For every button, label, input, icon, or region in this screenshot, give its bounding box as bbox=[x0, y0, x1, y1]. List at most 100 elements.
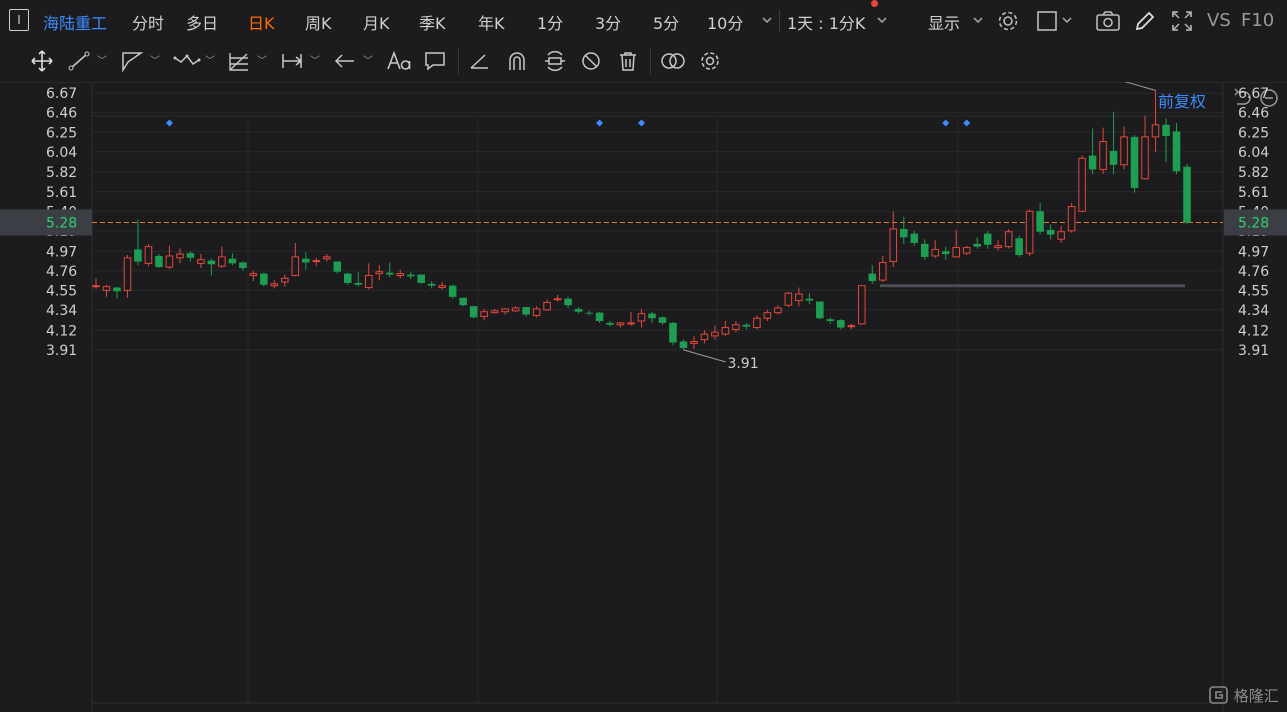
candle-body-91[interactable] bbox=[1046, 229, 1055, 235]
period-tab-3[interactable]: 周K bbox=[305, 10, 332, 34]
candle-body-24[interactable] bbox=[343, 273, 352, 283]
comment-tool-icon[interactable] bbox=[423, 50, 447, 72]
period-tab-0[interactable]: 分时 bbox=[132, 10, 164, 34]
candle-body-2[interactable] bbox=[113, 287, 121, 292]
candle-body-69[interactable] bbox=[816, 301, 824, 319]
pencil-icon[interactable] bbox=[1133, 9, 1157, 37]
period-tab-8[interactable]: 3分 bbox=[595, 10, 621, 34]
candle-body-4[interactable] bbox=[134, 249, 142, 262]
candle-body-19[interactable] bbox=[291, 256, 300, 276]
vs-compare-button[interactable]: VS bbox=[1207, 10, 1231, 31]
candle-body-30[interactable] bbox=[406, 274, 415, 277]
candle-body-90[interactable] bbox=[1036, 211, 1044, 232]
chevron-down-icon[interactable] bbox=[1061, 12, 1073, 32]
candle-body-65[interactable] bbox=[774, 307, 782, 314]
candle-body-101[interactable] bbox=[1151, 124, 1160, 138]
candle-body-40[interactable] bbox=[511, 307, 520, 312]
candle-body-98[interactable] bbox=[1120, 136, 1128, 166]
period-tab-1[interactable]: 多日 bbox=[186, 10, 218, 34]
candle-body-96[interactable] bbox=[1099, 141, 1107, 170]
candle-body-34[interactable] bbox=[448, 285, 457, 297]
candle-body-94[interactable] bbox=[1078, 157, 1086, 212]
settings-icon[interactable] bbox=[698, 50, 722, 72]
chevron-down-icon[interactable] bbox=[876, 12, 888, 32]
chevron-down-icon[interactable]: ﹀ bbox=[97, 52, 107, 67]
candle-body-25[interactable] bbox=[354, 282, 363, 285]
period-tab-6[interactable]: 年K bbox=[478, 10, 505, 34]
candle-body-104[interactable] bbox=[1183, 166, 1191, 223]
stock-name[interactable]: 海陆重工 bbox=[43, 10, 107, 34]
candle-body-79[interactable] bbox=[920, 243, 929, 257]
candle-body-62[interactable] bbox=[742, 324, 751, 327]
period-tab-10[interactable]: 10分 bbox=[707, 10, 743, 34]
chevron-down-icon[interactable]: ﹀ bbox=[150, 52, 160, 67]
candle-body-46[interactable] bbox=[574, 308, 583, 312]
candle-body-103[interactable] bbox=[1172, 131, 1181, 172]
candle-body-47[interactable] bbox=[585, 312, 593, 314]
candle-body-76[interactable] bbox=[889, 228, 898, 263]
candlestick-chart[interactable]: 6.67 6.67 6.46 6.46 6.25 6.25 6.04 6.04 5.82 5.82… bbox=[0, 82, 1287, 712]
candle-body-54[interactable] bbox=[658, 317, 667, 323]
gear-icon[interactable] bbox=[996, 9, 1020, 37]
candle-body-11[interactable] bbox=[207, 260, 216, 265]
period-tab-9[interactable]: 5分 bbox=[653, 10, 679, 34]
candle-body-7[interactable] bbox=[165, 255, 174, 268]
candle-body-45[interactable] bbox=[564, 298, 572, 306]
candle-body-38[interactable] bbox=[490, 310, 499, 314]
trash-icon[interactable] bbox=[616, 50, 640, 72]
plot-area[interactable] bbox=[91, 115, 1224, 704]
range-tool-icon[interactable] bbox=[280, 50, 304, 72]
candle-body-80[interactable] bbox=[931, 248, 940, 257]
candle-body-59[interactable] bbox=[711, 331, 719, 337]
candle-body-66[interactable] bbox=[784, 292, 793, 306]
candle-body-78[interactable] bbox=[910, 233, 919, 243]
candle-body-0[interactable] bbox=[92, 285, 100, 288]
candle-body-21[interactable] bbox=[312, 260, 321, 263]
candle-body-92[interactable] bbox=[1057, 231, 1065, 240]
period-tab-2[interactable]: 日K bbox=[248, 10, 275, 34]
candle-body-48[interactable] bbox=[595, 312, 604, 322]
candle-body-74[interactable] bbox=[868, 273, 877, 282]
candle-body-15[interactable] bbox=[249, 273, 258, 276]
candle-body-10[interactable] bbox=[197, 259, 205, 264]
candle-body-27[interactable] bbox=[375, 271, 384, 275]
chevron-down-icon[interactable]: ﹀ bbox=[310, 52, 320, 67]
chevron-down-icon[interactable]: ﹀ bbox=[205, 52, 215, 67]
chevron-down-icon[interactable] bbox=[972, 12, 984, 32]
candle-body-82[interactable] bbox=[952, 247, 960, 258]
period-tab-5[interactable]: 季K bbox=[419, 10, 446, 34]
candle-body-88[interactable] bbox=[1015, 238, 1023, 256]
candle-body-55[interactable] bbox=[669, 322, 677, 343]
candle-body-39[interactable] bbox=[501, 308, 509, 313]
candle-body-5[interactable] bbox=[144, 246, 153, 264]
move-icon[interactable] bbox=[30, 50, 54, 72]
candle-body-61[interactable] bbox=[732, 324, 740, 330]
hide-drawings-icon[interactable] bbox=[579, 50, 603, 72]
candle-body-8[interactable] bbox=[176, 253, 184, 259]
candle-body-41[interactable] bbox=[522, 307, 530, 315]
candle-body-3[interactable] bbox=[123, 257, 132, 291]
candle-body-60[interactable] bbox=[721, 327, 730, 335]
candle-body-31[interactable] bbox=[417, 274, 425, 283]
layout-icon[interactable] bbox=[1036, 10, 1058, 36]
candle-body-14[interactable] bbox=[239, 262, 247, 269]
candle-body-93[interactable] bbox=[1067, 206, 1076, 232]
angle-tool-icon[interactable] bbox=[468, 50, 492, 72]
candle-body-28[interactable] bbox=[385, 272, 394, 275]
candle-body-58[interactable] bbox=[700, 333, 709, 341]
candle-body-86[interactable] bbox=[994, 245, 1002, 249]
candle-body-81[interactable] bbox=[941, 251, 950, 255]
candle-body-63[interactable] bbox=[753, 317, 761, 329]
candle-body-68[interactable] bbox=[805, 298, 814, 301]
candle-body-26[interactable] bbox=[364, 274, 373, 289]
candle-body-102[interactable] bbox=[1162, 124, 1170, 136]
magnet-icon[interactable] bbox=[505, 50, 529, 72]
candle-body-23[interactable] bbox=[333, 261, 342, 272]
candle-body-17[interactable] bbox=[270, 283, 279, 287]
interval-select[interactable]: 1天 : 1分K bbox=[787, 10, 865, 34]
display-menu[interactable]: 显示 bbox=[928, 10, 960, 34]
candle-body-97[interactable] bbox=[1109, 150, 1118, 165]
period-tab-7[interactable]: 1分 bbox=[537, 10, 563, 34]
candle-body-75[interactable] bbox=[879, 261, 887, 281]
line-tool-icon[interactable] bbox=[67, 50, 91, 72]
